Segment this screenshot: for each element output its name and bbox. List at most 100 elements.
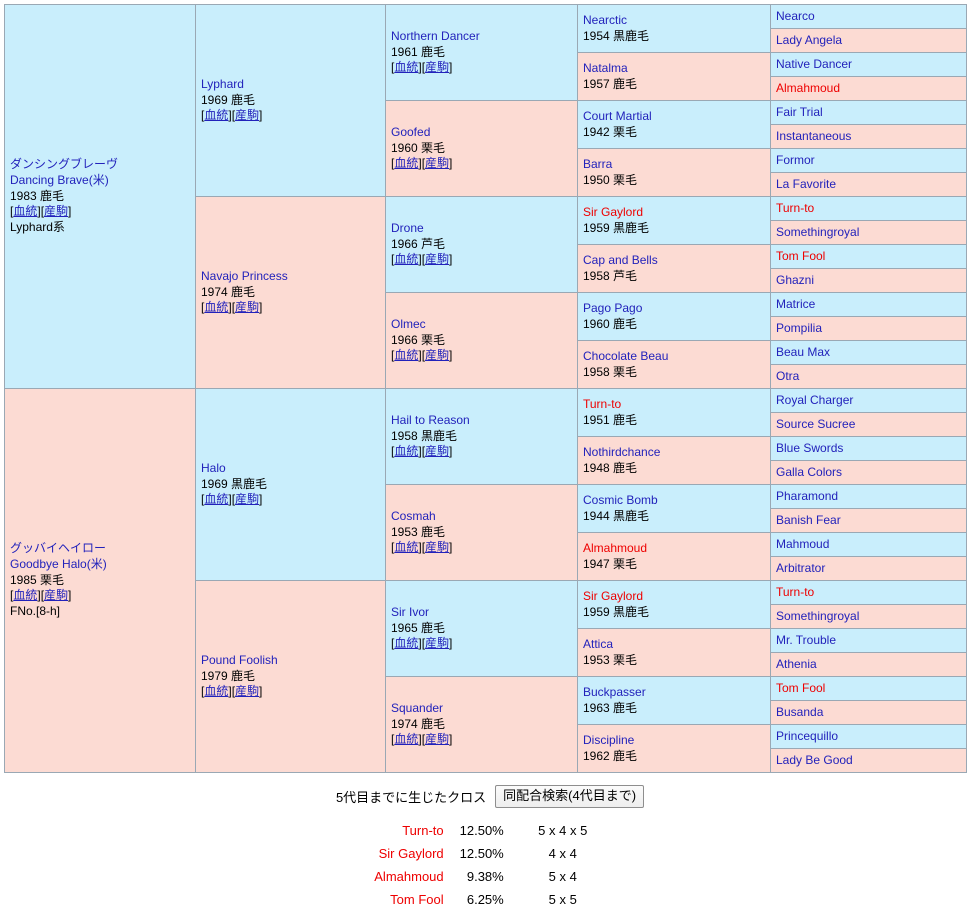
horse-name[interactable]: Buckpasser: [583, 685, 766, 701]
dam-cell: グッバイヘイロー Goodbye Halo(米) 1985 栗毛 [血統][産駒] FN…: [4, 388, 196, 773]
horse-name[interactable]: Somethingroyal: [776, 609, 962, 625]
pedigree-cell: Cosmah 1953 鹿毛 [血統][産駒]: [385, 484, 578, 581]
horse-name[interactable]: Nothirdchance: [583, 445, 766, 461]
horse-name[interactable]: Instantaneous: [776, 129, 962, 145]
horse-name[interactable]: Galla Colors: [776, 465, 962, 481]
progeny-link[interactable]: 産駒: [425, 348, 449, 362]
horse-name[interactable]: Formor: [776, 153, 962, 169]
horse-name[interactable]: Hail to Reason: [391, 413, 573, 429]
horse-name[interactable]: Lady Be Good: [776, 753, 962, 769]
blood-link[interactable]: 血統: [394, 348, 418, 362]
progeny-link[interactable]: 産駒: [44, 204, 68, 218]
horse-name[interactable]: Fair Trial: [776, 105, 962, 121]
horse-name[interactable]: Mr. Trouble: [776, 633, 962, 649]
horse-name[interactable]: Navajo Princess: [201, 269, 381, 285]
progeny-link[interactable]: 産駒: [425, 156, 449, 170]
blood-link[interactable]: 血統: [394, 252, 418, 266]
horse-name[interactable]: Natalma: [583, 61, 766, 77]
horse-name[interactable]: Lady Angela: [776, 33, 962, 49]
horse-name[interactable]: Sir Gaylord: [583, 205, 766, 221]
blood-link[interactable]: 血統: [394, 732, 418, 746]
horse-name[interactable]: Pharamond: [776, 489, 962, 505]
blood-link[interactable]: 血統: [204, 492, 228, 506]
horse-name[interactable]: Attica: [583, 637, 766, 653]
horse-name[interactable]: Almahmoud: [776, 81, 962, 97]
horse-name[interactable]: Cosmic Bomb: [583, 493, 766, 509]
progeny-link[interactable]: 産駒: [235, 684, 259, 698]
cross-horse-name[interactable]: Sir Gaylord: [368, 842, 453, 865]
progeny-link[interactable]: 産駒: [425, 540, 449, 554]
cross-header: 5代目までに生じたクロス 同配合検索(4代目まで): [336, 785, 645, 809]
cross-horse-name[interactable]: Turn-to: [368, 819, 453, 842]
progeny-link[interactable]: 産駒: [425, 636, 449, 650]
horse-name-jp[interactable]: グッバイヘイロー: [10, 541, 191, 557]
horse-name[interactable]: Almahmoud: [583, 541, 766, 557]
progeny-link[interactable]: 産駒: [44, 588, 68, 602]
horse-name[interactable]: Matrice: [776, 297, 962, 313]
horse-name[interactable]: Beau Max: [776, 345, 962, 361]
horse-name[interactable]: Discipline: [583, 733, 766, 749]
progeny-link[interactable]: 産駒: [425, 444, 449, 458]
same-mating-search-button[interactable]: 同配合検索(4代目まで): [495, 785, 645, 809]
progeny-link[interactable]: 産駒: [235, 300, 259, 314]
cross-horse-name[interactable]: Tom Fool: [368, 888, 453, 911]
horse-name[interactable]: Drone: [391, 221, 573, 237]
horse-name-en[interactable]: Dancing Brave(米): [10, 173, 191, 189]
horse-name[interactable]: Cosmah: [391, 509, 573, 525]
horse-name[interactable]: Pago Pago: [583, 301, 766, 317]
progeny-link[interactable]: 産駒: [235, 108, 259, 122]
horse-name[interactable]: Athenia: [776, 657, 962, 673]
horse-name[interactable]: Squander: [391, 701, 573, 717]
progeny-link[interactable]: 産駒: [235, 492, 259, 506]
horse-name[interactable]: Pompilia: [776, 321, 962, 337]
horse-name[interactable]: Mahmoud: [776, 537, 962, 553]
horse-name[interactable]: Nearctic: [583, 13, 766, 29]
horse-name[interactable]: Princequillo: [776, 729, 962, 745]
horse-name[interactable]: Source Sucree: [776, 417, 962, 433]
progeny-link[interactable]: 産駒: [425, 732, 449, 746]
horse-name[interactable]: Halo: [201, 461, 381, 477]
horse-name[interactable]: Barra: [583, 157, 766, 173]
blood-link[interactable]: 血統: [13, 204, 37, 218]
horse-name[interactable]: Banish Fear: [776, 513, 962, 529]
horse-name[interactable]: Somethingroyal: [776, 225, 962, 241]
blood-link[interactable]: 血統: [204, 108, 228, 122]
horse-name[interactable]: Cap and Bells: [583, 253, 766, 269]
horse-name[interactable]: Olmec: [391, 317, 573, 333]
horse-name[interactable]: Blue Swords: [776, 441, 962, 457]
horse-name[interactable]: Sir Gaylord: [583, 589, 766, 605]
horse-name[interactable]: Pound Foolish: [201, 653, 381, 669]
horse-name[interactable]: Court Martial: [583, 109, 766, 125]
horse-name[interactable]: Tom Fool: [776, 681, 962, 697]
blood-link[interactable]: 血統: [394, 156, 418, 170]
horse-name[interactable]: Northern Dancer: [391, 29, 573, 45]
blood-link[interactable]: 血統: [394, 540, 418, 554]
horse-name[interactable]: Lyphard: [201, 77, 381, 93]
blood-link[interactable]: 血統: [394, 444, 418, 458]
horse-name[interactable]: Otra: [776, 369, 962, 385]
blood-link[interactable]: 血統: [13, 588, 37, 602]
horse-name[interactable]: Nearco: [776, 9, 962, 25]
horse-name[interactable]: Busanda: [776, 705, 962, 721]
horse-name[interactable]: Native Dancer: [776, 57, 962, 73]
progeny-link[interactable]: 産駒: [425, 252, 449, 266]
horse-name[interactable]: Turn-to: [776, 585, 962, 601]
horse-name[interactable]: Tom Fool: [776, 249, 962, 265]
blood-link[interactable]: 血統: [204, 300, 228, 314]
horse-name[interactable]: Ghazni: [776, 273, 962, 289]
blood-link[interactable]: 血統: [394, 636, 418, 650]
horse-name[interactable]: Goofed: [391, 125, 573, 141]
horse-name-en[interactable]: Goodbye Halo(米): [10, 557, 191, 573]
horse-name[interactable]: Arbitrator: [776, 561, 962, 577]
horse-name[interactable]: Sir Ivor: [391, 605, 573, 621]
progeny-link[interactable]: 産駒: [425, 60, 449, 74]
horse-name[interactable]: Chocolate Beau: [583, 349, 766, 365]
horse-name-jp[interactable]: ダンシングブレーヴ: [10, 157, 191, 173]
blood-link[interactable]: 血統: [204, 684, 228, 698]
blood-link[interactable]: 血統: [394, 60, 418, 74]
horse-name[interactable]: Turn-to: [776, 201, 962, 217]
horse-name[interactable]: Royal Charger: [776, 393, 962, 409]
horse-name[interactable]: La Favorite: [776, 177, 962, 193]
horse-name[interactable]: Turn-to: [583, 397, 766, 413]
cross-horse-name[interactable]: Almahmoud: [368, 865, 453, 888]
